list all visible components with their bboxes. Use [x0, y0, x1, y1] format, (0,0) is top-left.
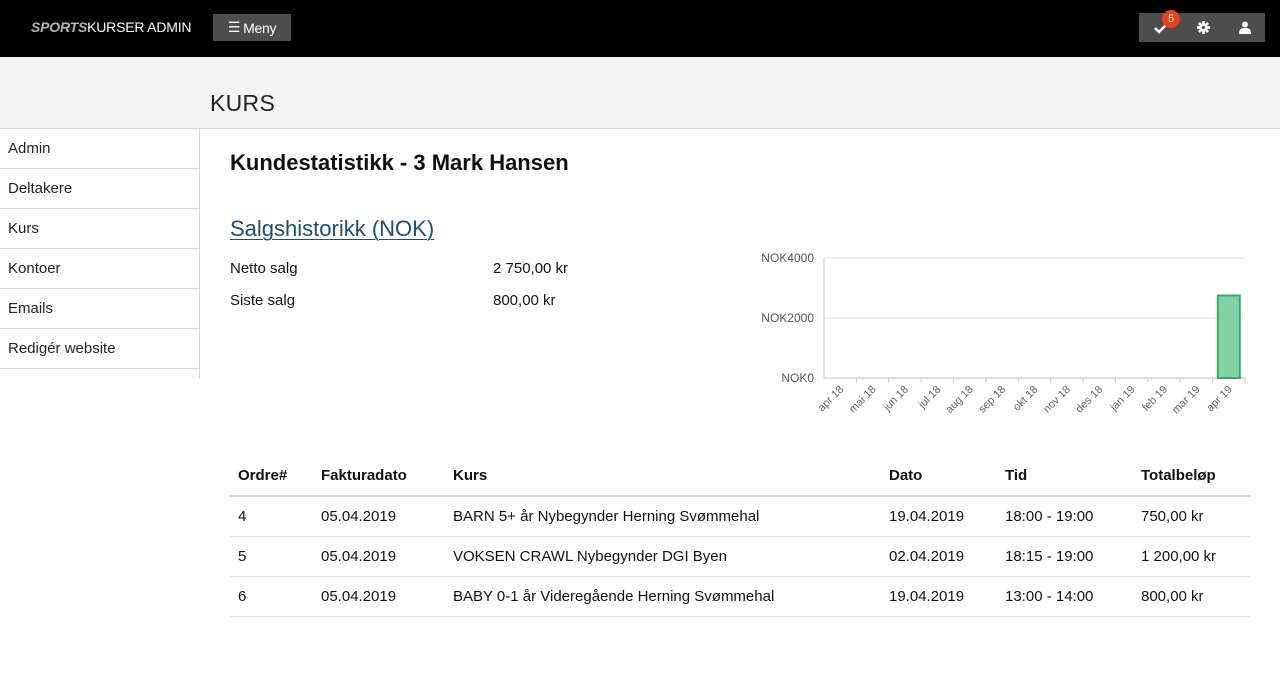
x-tick-label: apr 18	[816, 384, 847, 415]
table-row[interactable]: 5 05.04.2019 VOKSEN CRAWL Nybegynder DGI…	[230, 536, 1250, 577]
x-tick-label: apr 19	[1204, 384, 1235, 415]
x-tick-label: mar 19	[1170, 384, 1203, 417]
x-tick-label: feb 19	[1140, 384, 1170, 414]
sales-history-link[interactable]: Salgshistorikk (NOK)	[230, 216, 434, 242]
net-sales-value: 2 750,00 kr	[493, 260, 569, 277]
x-tick-label: nov 18	[1041, 384, 1073, 416]
course-name: BARN 5+ år Nybegynder Herning Svømmehal	[445, 496, 881, 537]
col-header-order[interactable]: Ordre#	[230, 455, 313, 497]
sidebar-item-kontoer[interactable]: Kontoer	[0, 249, 199, 289]
invoice-date: 05.04.2019	[313, 576, 445, 617]
user-button[interactable]	[1225, 13, 1265, 42]
sidebar: Admin Deltakere Kurs Kontoer Emails Redi…	[0, 129, 200, 379]
tasks-count-badge: 5	[1162, 10, 1180, 28]
course-date: 19.04.2019	[881, 576, 997, 617]
settings-button[interactable]	[1183, 13, 1223, 42]
brand-suffix: KURSER ADMIN	[87, 19, 192, 35]
navbar-actions	[1139, 13, 1265, 42]
course-time: 13:00 - 14:00	[997, 576, 1133, 617]
y-tick-label: NOK0	[781, 371, 814, 385]
customer-stats-heading: Kundestatistikk - 3 Mark Hansen	[230, 150, 569, 175]
col-header-total[interactable]: Totalbeløp	[1133, 455, 1250, 497]
col-header-date[interactable]: Dato	[881, 455, 997, 497]
course-time: 18:15 - 19:00	[997, 536, 1133, 577]
sidebar-item-deltakere[interactable]: Deltakere	[0, 169, 199, 209]
order-total: 800,00 kr	[1133, 576, 1250, 617]
order-total: 1 200,00 kr	[1133, 536, 1250, 577]
top-navbar: SPORTSKURSER ADMIN ☰ Meny 5	[0, 0, 1280, 57]
sidebar-item-admin[interactable]: Admin	[0, 129, 199, 169]
col-header-invoice-date[interactable]: Fakturadato	[313, 455, 445, 497]
y-tick-label: NOK2000	[761, 311, 814, 325]
col-header-course[interactable]: Kurs	[445, 455, 881, 497]
last-sale-label: Siste salg	[230, 292, 296, 309]
x-tick-label: jul 18	[916, 384, 944, 412]
table-row[interactable]: 6 05.04.2019 BABY 0-1 år Videregående He…	[230, 576, 1250, 617]
orders-table: Ordre# Fakturadato Kurs Dato Tid Totalbe…	[230, 455, 1250, 617]
x-tick-label: sep 18	[976, 384, 1008, 416]
order-number: 4	[230, 496, 313, 537]
x-tick-label: aug 18	[944, 384, 976, 416]
col-header-time[interactable]: Tid	[997, 455, 1133, 497]
course-date: 19.04.2019	[881, 496, 997, 537]
user-icon	[1239, 21, 1251, 34]
table-row[interactable]: 4 05.04.2019 BARN 5+ år Nybegynder Herni…	[230, 496, 1250, 537]
x-tick-label: des 18	[1074, 384, 1106, 416]
order-number: 6	[230, 576, 313, 617]
x-tick-label: mai 18	[847, 384, 879, 416]
sidebar-item-rediger-website[interactable]: Redigér website	[0, 329, 199, 369]
hamburger-icon: ☰	[227, 19, 241, 35]
course-time: 18:00 - 19:00	[997, 496, 1133, 537]
last-sale-value: 800,00 kr	[493, 292, 556, 309]
course-name: BABY 0-1 år Videregående Herning Svømmeh…	[445, 576, 881, 617]
x-tick-label: jan 19	[1107, 384, 1137, 414]
invoice-date: 05.04.2019	[313, 536, 445, 577]
invoice-date: 05.04.2019	[313, 496, 445, 537]
menu-label: Meny	[243, 19, 277, 36]
sidebar-item-kurs[interactable]: Kurs	[0, 209, 199, 249]
order-number: 5	[230, 536, 313, 577]
table-header-row: Ordre# Fakturadato Kurs Dato Tid Totalbe…	[230, 455, 1250, 497]
net-sales-label: Netto salg	[230, 260, 298, 277]
brand-prefix: SPORTS	[31, 19, 88, 35]
course-date: 02.04.2019	[881, 536, 997, 577]
page-title: KURS	[210, 90, 276, 116]
order-total: 750,00 kr	[1133, 496, 1250, 537]
x-tick-label: okt 18	[1011, 384, 1041, 414]
menu-button[interactable]: ☰ Meny	[213, 14, 291, 41]
brand-logo[interactable]: SPORTSKURSER ADMIN	[31, 19, 192, 35]
sales-history-chart: NOK0 NOK2000 NOK4000 apr 18 mai 18 jun 18 jul …	[761, 251, 1246, 417]
page-header: KURS	[0, 57, 1280, 129]
y-tick-label: NOK4000	[761, 251, 814, 265]
chart-bar	[1216, 294, 1241, 379]
x-tick-label: jun 18	[881, 384, 911, 414]
gear-icon	[1196, 21, 1210, 34]
course-name: VOKSEN CRAWL Nybegynder DGI Byen	[445, 536, 881, 577]
sidebar-item-emails[interactable]: Emails	[0, 289, 199, 329]
